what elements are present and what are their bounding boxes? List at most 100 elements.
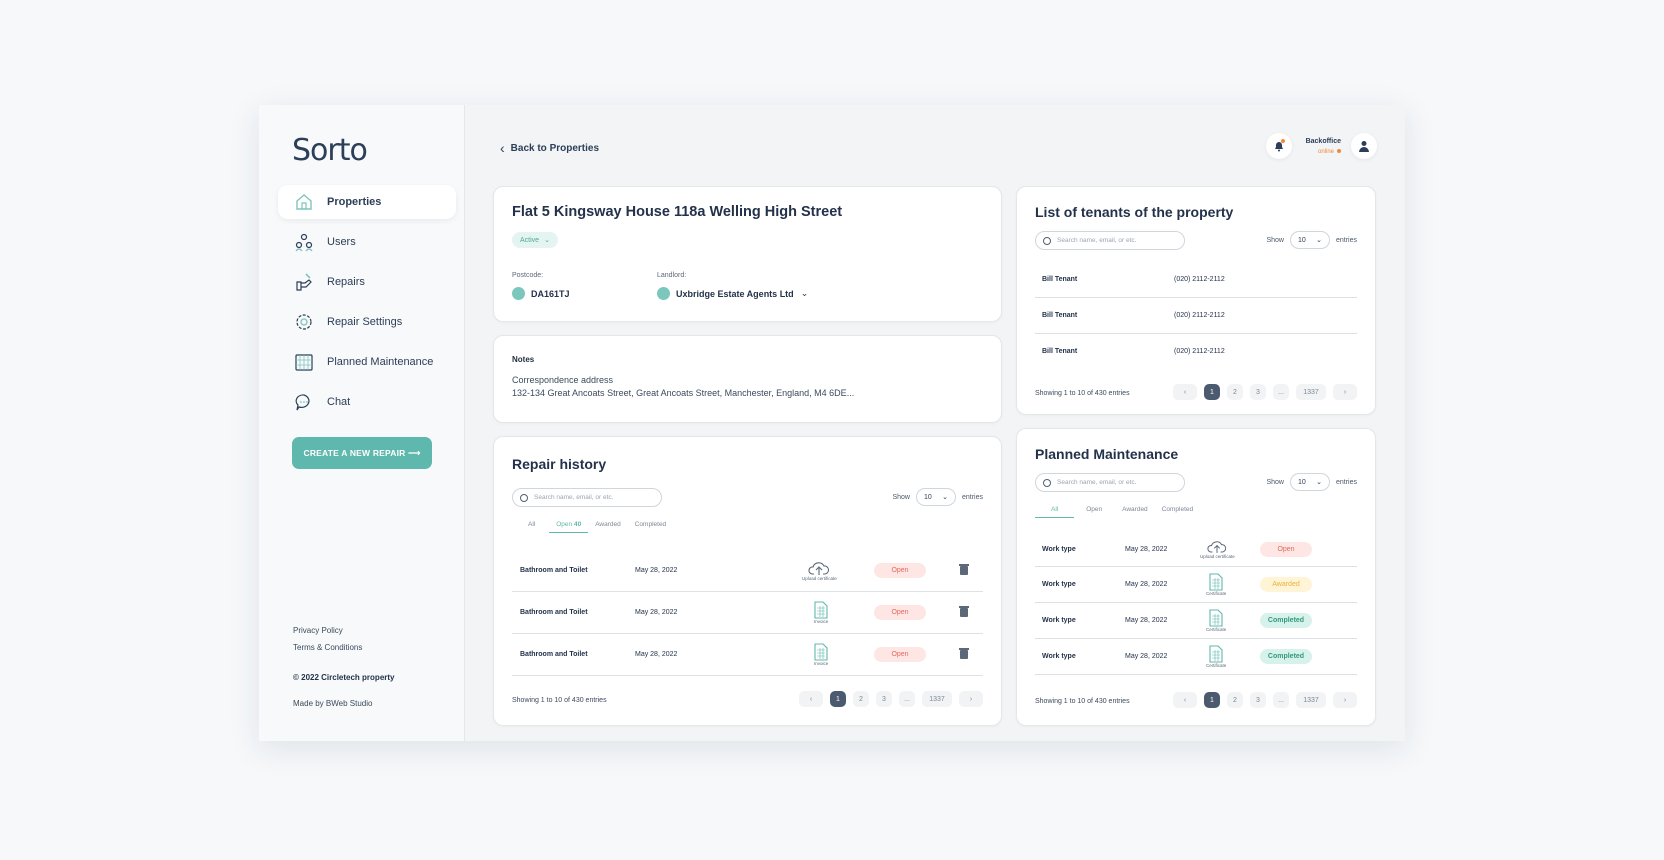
sidebar: Sorto Properties Users Repairs Repair Se… [259,105,465,741]
sidebar-item-chat[interactable]: Chat [278,385,456,419]
page-last[interactable]: 1337 [1296,692,1326,708]
planned-maintenance-card: Planned Maintenance Search name, email, … [1016,428,1376,726]
search-placeholder: Search name, email, or etc. [1057,479,1137,486]
tenants-title: List of tenants of the property [1035,204,1234,220]
maintenance-search-input[interactable]: Search name, email, or etc. [1035,473,1185,492]
landlord-dropdown[interactable]: Uxbridge Estate Agents Ltd ⌄ [657,287,808,300]
certificate-button[interactable]: Certificate [1206,573,1226,596]
next-page-button[interactable]: › [1333,384,1357,400]
page-ellipsis: ... [1273,384,1289,400]
table-row[interactable]: Work type May 28, 2022 Certificate Compl… [1035,603,1357,639]
tab-open-count: 40 [573,521,582,528]
postcode-icon [512,287,525,300]
notification-bell-icon[interactable] [1265,133,1292,159]
repair-type: Bathroom and Toilet [520,567,588,574]
create-new-repair-button[interactable]: CREATE A NEW REPAIR ⟶ [292,437,432,469]
table-row[interactable]: Bill Tenant (020) 2112-2112 [1035,262,1357,298]
postcode-value: DA161TJ [512,287,570,300]
table-row[interactable]: Bill Tenant (020) 2112-2112 [1035,334,1357,368]
table-row[interactable]: Work type May 28, 2022 Certificate Award… [1035,567,1357,603]
status-badge: Completed [1260,613,1312,628]
notes-title: Notes [512,355,535,364]
repair-type: Bathroom and Toilet [520,609,588,616]
certificate-button[interactable]: Certificate [1206,609,1226,632]
page-last[interactable]: 1337 [922,691,952,707]
tab-all[interactable]: All [512,521,549,533]
chevron-down-icon: ⌄ [544,237,550,244]
page-1[interactable]: 1 [1204,384,1220,400]
chevron-down-icon: ⌄ [1316,479,1322,486]
show-label: Show [1266,236,1284,244]
prev-page-button[interactable]: ‹ [799,691,823,707]
status-dropdown[interactable]: Active ⌄ [512,232,558,248]
entries-select[interactable]: 10 ⌄ [1289,231,1330,249]
user-name: Backoffice [1305,137,1341,145]
tenant-phone: (020) 2112-2112 [1174,276,1225,283]
trash-icon[interactable] [959,564,969,575]
tab-completed[interactable]: Completed [628,521,673,533]
logo[interactable]: Sorto [292,133,368,168]
table-row[interactable]: Bathroom and Toilet May 28, 2022 Invoice… [512,634,983,676]
page-2[interactable]: 2 [853,691,869,707]
work-type: Work type [1042,581,1076,588]
repair-search-input[interactable]: Search name, email, or etc. [512,488,662,507]
repair-type: Bathroom and Toilet [520,651,588,658]
back-to-properties-link[interactable]: ‹ Back to Properties [500,140,599,156]
sidebar-item-properties[interactable]: Properties [278,185,456,219]
calendar-icon [294,352,314,372]
invoice-button[interactable]: Invoice [814,601,828,624]
next-page-button[interactable]: › [959,691,983,707]
sidebar-item-repair-settings[interactable]: Repair Settings [278,305,456,339]
notes-line1: Correspondence address [512,375,614,385]
work-date: May 28, 2022 [1125,653,1168,660]
table-row[interactable]: Work type May 28, 2022 Certificate Compl… [1035,639,1357,675]
tenants-search-input[interactable]: Search name, email, or etc. [1035,231,1185,250]
sidebar-item-users[interactable]: Users [278,225,456,259]
page-2[interactable]: 2 [1227,692,1243,708]
repair-history-title: Repair history [512,456,607,472]
trash-icon[interactable] [959,648,969,659]
prev-page-button[interactable]: ‹ [1173,692,1197,708]
search-icon [520,493,528,502]
gear-icon [294,312,314,332]
next-page-button[interactable]: › [1333,692,1357,708]
sidebar-item-label: Properties [327,196,382,208]
page-last[interactable]: 1337 [1296,384,1326,400]
trash-icon[interactable] [959,606,969,617]
upload-certificate-button[interactable]: Upload certificate [1200,539,1235,559]
certificate-button[interactable]: Certificate [1206,645,1226,668]
chevron-down-icon: ⌄ [942,494,948,501]
page-1[interactable]: 1 [1204,692,1220,708]
sidebar-item-planned-maintenance[interactable]: Planned Maintenance [278,345,456,379]
avatar[interactable] [1351,133,1377,159]
table-row[interactable]: Bathroom and Toilet May 28, 2022 Invoice… [512,592,983,634]
doc-label: Certificate [1206,627,1227,632]
table-row[interactable]: Bill Tenant (020) 2112-2112 [1035,298,1357,334]
page-3[interactable]: 3 [1250,692,1266,708]
tab-completed[interactable]: Completed [1155,506,1200,518]
page-3[interactable]: 3 [876,691,892,707]
prev-page-button[interactable]: ‹ [1173,384,1197,400]
maintenance-title: Planned Maintenance [1035,446,1179,462]
page-1[interactable]: 1 [830,691,846,707]
privacy-policy-link[interactable]: Privacy Policy [293,626,343,635]
entries-value: 10 [1297,236,1306,244]
tab-all[interactable]: All [1035,506,1075,518]
invoice-button[interactable]: Invoice [814,643,828,666]
entries-select[interactable]: 10 ⌄ [915,488,956,506]
document-icon [1209,609,1223,627]
table-row[interactable]: Work type May 28, 2022 Upload certificat… [1035,532,1357,567]
tab-open[interactable]: Open [1074,506,1112,518]
status-badge: Open [874,605,926,620]
sidebar-item-repairs[interactable]: Repairs [278,265,456,299]
tab-open[interactable]: Open 40 [549,521,589,533]
property-card: Flat 5 Kingsway House 118a Welling High … [493,186,1002,322]
terms-link[interactable]: Terms & Conditions [293,643,362,652]
tab-awarded[interactable]: Awarded [588,521,628,533]
page-2[interactable]: 2 [1227,384,1243,400]
upload-certificate-button[interactable]: Upload certificate [802,560,837,581]
tab-awarded[interactable]: Awarded [1112,506,1155,518]
entries-select[interactable]: 10 ⌄ [1289,473,1330,491]
table-row[interactable]: Bathroom and Toilet May 28, 2022 Upload … [512,550,983,592]
page-3[interactable]: 3 [1250,384,1266,400]
